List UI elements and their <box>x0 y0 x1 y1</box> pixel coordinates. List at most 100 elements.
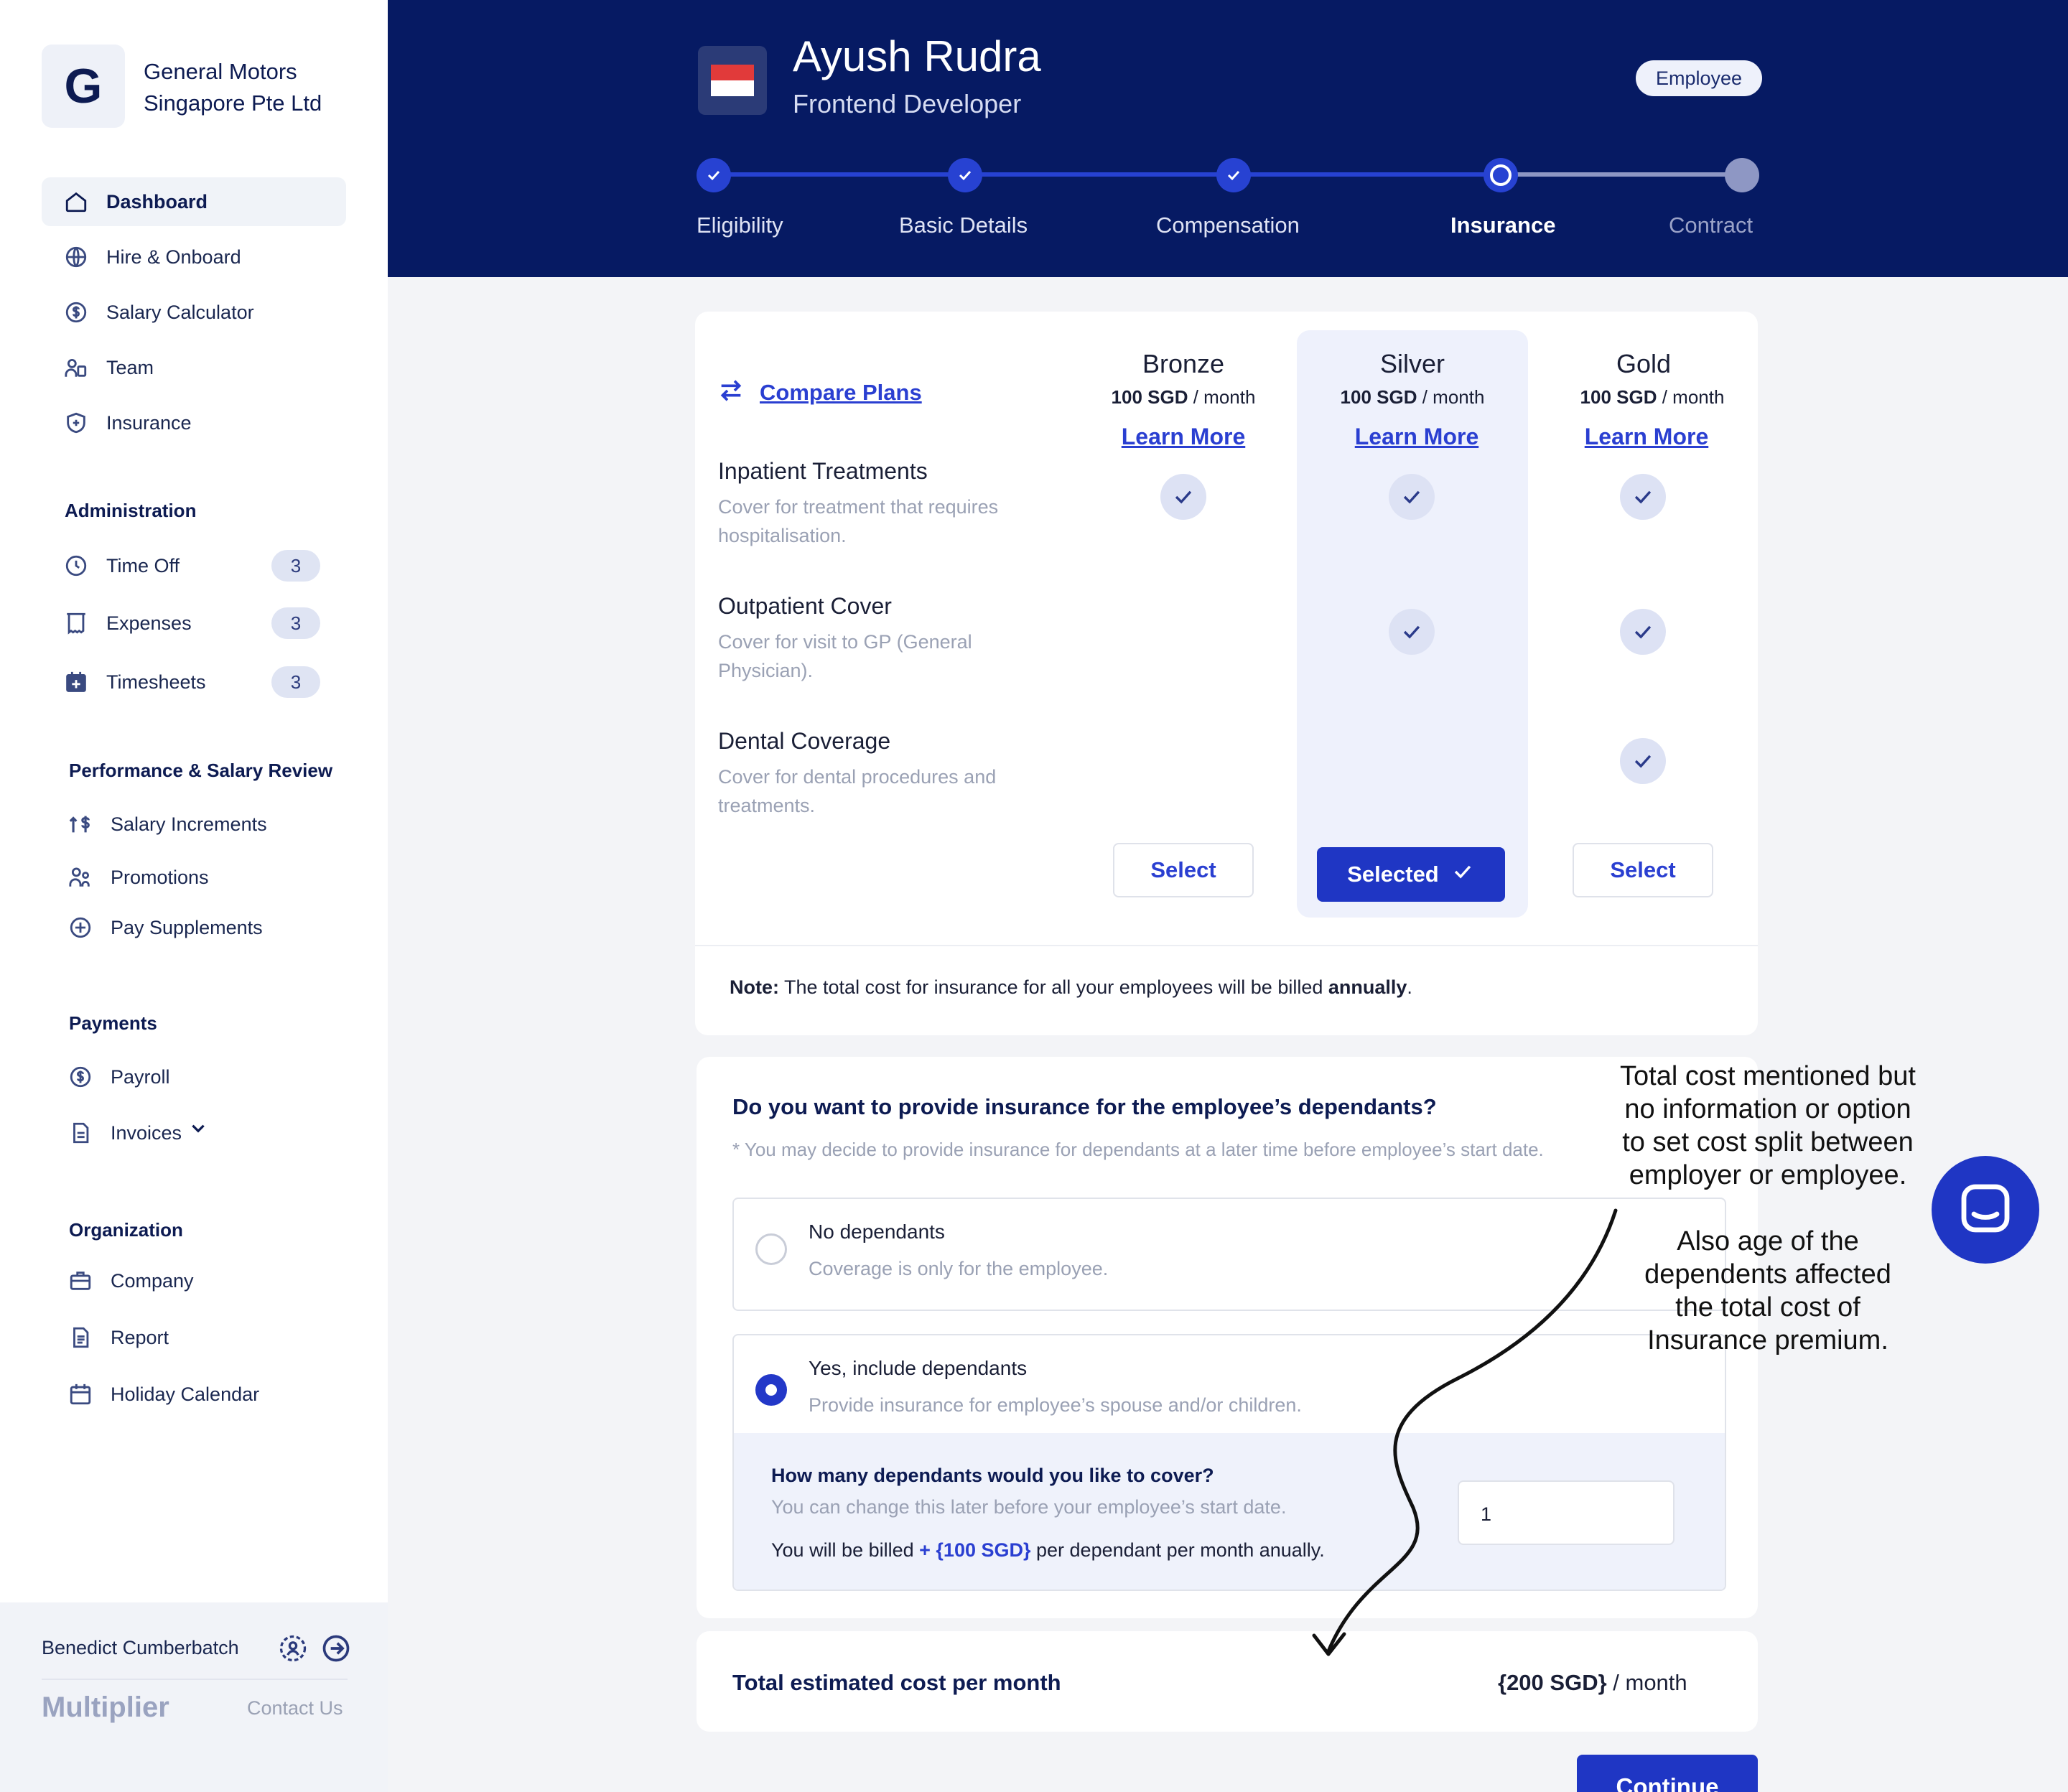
home-icon <box>63 189 89 215</box>
step-insurance-current-icon[interactable] <box>1484 158 1518 192</box>
sidebar-item-company[interactable]: Company <box>46 1256 350 1305</box>
section-heading-administration: Administration <box>65 500 197 521</box>
sidebar-item-team[interactable]: Team <box>42 343 346 392</box>
user-name: Benedict Cumberbatch <box>42 1637 239 1658</box>
select-gold-button[interactable]: Select <box>1573 843 1713 897</box>
learn-more-silver-link[interactable]: Learn More <box>1301 424 1532 450</box>
continue-button[interactable]: Continue <box>1577 1755 1758 1792</box>
sidebar-item-salary-calculator[interactable]: Salary Calculator <box>42 288 346 337</box>
option-yes-subtitle: Provide insurance for employee’s spouse … <box>809 1394 1302 1416</box>
feature-desc-inpatient: Cover for treatment that requires hospit… <box>718 496 999 546</box>
feature-desc-outpatient: Cover for visit to GP (General Physician… <box>718 631 972 681</box>
select-bronze-button[interactable]: Select <box>1113 843 1254 897</box>
compare-plans-link[interactable]: Compare Plans <box>717 376 922 409</box>
count-badge: 3 <box>271 666 320 698</box>
chat-icon <box>1957 1180 2014 1241</box>
company-name: General Motors Singapore Pte Ltd <box>144 59 322 116</box>
shield-icon <box>63 410 89 436</box>
plan-price-silver: 100 SGD / month <box>1340 386 1485 408</box>
plan-name-bronze: Bronze <box>1142 349 1225 378</box>
check-icon <box>1620 474 1666 520</box>
option-no-subtitle: Coverage is only for the employee. <box>809 1258 1109 1279</box>
step-label-contract[interactable]: Contract <box>1669 213 1753 238</box>
plan-price-bronze: 100 SGD / month <box>1111 386 1256 408</box>
calendar-plus-icon <box>63 669 89 695</box>
globe-icon <box>63 244 89 270</box>
sidebar-footer: Benedict Cumberbatch Multiplier Contact … <box>0 1602 388 1792</box>
logout-icon[interactable] <box>320 1633 352 1668</box>
sidebar: G General Motors Singapore Pte Ltd Dashb… <box>0 0 388 1792</box>
sidebar-item-holiday-calendar[interactable]: Holiday Calendar <box>46 1370 350 1419</box>
chat-support-button[interactable] <box>1932 1156 2039 1264</box>
annotation-arrow <box>1312 1208 1618 1656</box>
check-icon <box>1450 859 1475 890</box>
billing-per-dependant: You will be billed + {100 SGD} per depen… <box>771 1539 1325 1561</box>
plan-price-gold: 100 SGD / month <box>1580 386 1725 408</box>
feature-title-inpatient: Inpatient Treatments <box>718 458 928 484</box>
plan-name-silver: Silver <box>1379 349 1445 378</box>
dependants-hint: * You may decide to provide insurance fo… <box>732 1139 1544 1160</box>
sidebar-item-hire-onboard[interactable]: Hire & Onboard <box>42 233 346 281</box>
feature-title-outpatient: Outpatient Cover <box>718 593 892 619</box>
annotation-cost-split: Total cost mentioned but no information … <box>1620 1061 1916 1190</box>
learn-more-bronze-link[interactable]: Learn More <box>1068 424 1299 450</box>
check-icon <box>1389 609 1435 655</box>
sidebar-item-report[interactable]: Report <box>46 1313 350 1362</box>
swap-arrows-icon <box>717 376 745 409</box>
step-label-eligibility[interactable]: Eligibility <box>697 213 783 238</box>
step-basic-details-check-icon[interactable] <box>948 158 982 192</box>
sidebar-item-timesheets[interactable]: Timesheets 3 <box>42 658 346 706</box>
dependants-question: Do you want to provide insurance for the… <box>732 1094 1437 1119</box>
learn-more-gold-link[interactable]: Learn More <box>1531 424 1762 450</box>
step-compensation-check-icon[interactable] <box>1216 158 1251 192</box>
sidebar-item-insurance[interactable]: Insurance <box>42 398 346 447</box>
step-eligibility-check-icon[interactable] <box>697 158 731 192</box>
radio-no-dependants[interactable] <box>755 1233 787 1265</box>
payroll-icon <box>67 1064 93 1090</box>
selected-silver-button[interactable]: Selected <box>1317 847 1505 902</box>
team-icon <box>63 355 89 381</box>
singapore-flag-icon <box>698 46 767 115</box>
sidebar-item-invoices[interactable]: Invoices <box>46 1109 350 1157</box>
count-question: How many dependants would you like to co… <box>771 1465 1214 1486</box>
option-yes-title: Yes, include dependants <box>809 1357 1028 1379</box>
check-icon <box>1389 474 1435 520</box>
total-cost-label: Total estimated cost per month <box>732 1670 1061 1695</box>
sidebar-item-expenses[interactable]: Expenses 3 <box>42 599 346 648</box>
brand-logo: Multiplier <box>42 1691 169 1723</box>
sidebar-item-salary-increments[interactable]: Salary Increments <box>46 800 350 849</box>
report-icon <box>67 1325 93 1350</box>
chevron-down-icon[interactable] <box>189 1119 208 1137</box>
employee-badge: Employee <box>1636 60 1762 96</box>
check-icon <box>1160 474 1206 520</box>
section-heading-performance: Performance & Salary Review <box>69 760 333 781</box>
people-up-icon <box>67 864 93 890</box>
document-icon <box>67 1120 93 1146</box>
progress-line-done <box>714 172 1504 177</box>
company-logo: G <box>42 45 125 128</box>
section-heading-payments: Payments <box>69 1012 157 1034</box>
step-label-basic-details[interactable]: Basic Details <box>899 213 1028 238</box>
sidebar-item-payroll[interactable]: Payroll <box>46 1053 350 1101</box>
step-label-compensation[interactable]: Compensation <box>1156 213 1300 238</box>
clock-icon <box>63 553 89 579</box>
sidebar-item-pay-supplements[interactable]: Pay Supplements <box>46 903 350 952</box>
sidebar-item-promotions[interactable]: Promotions <box>46 853 350 902</box>
option-no-title: No dependants <box>809 1221 945 1243</box>
contact-us-link[interactable]: Contact Us <box>247 1697 343 1719</box>
progress-line-todo <box>1504 172 1743 177</box>
plan-name-gold: Gold <box>1616 349 1672 378</box>
total-cost-value: {200 SGD} / month <box>1498 1670 1687 1695</box>
feature-desc-dental: Cover for dental procedures and treatmen… <box>718 766 997 816</box>
divider <box>695 945 1758 946</box>
feature-title-dental: Dental Coverage <box>718 728 891 754</box>
count-badge: 3 <box>271 607 320 639</box>
arrow-up-dollar-icon <box>67 811 93 837</box>
sidebar-item-time-off[interactable]: Time Off 3 <box>42 541 346 590</box>
sidebar-item-dashboard[interactable]: Dashboard <box>42 177 346 226</box>
step-label-insurance[interactable]: Insurance <box>1450 213 1555 238</box>
step-contract-pending-icon[interactable] <box>1725 158 1759 192</box>
user-settings-icon[interactable] <box>277 1633 309 1668</box>
plus-circle-icon <box>67 915 93 941</box>
radio-yes-dependants[interactable] <box>755 1374 787 1406</box>
